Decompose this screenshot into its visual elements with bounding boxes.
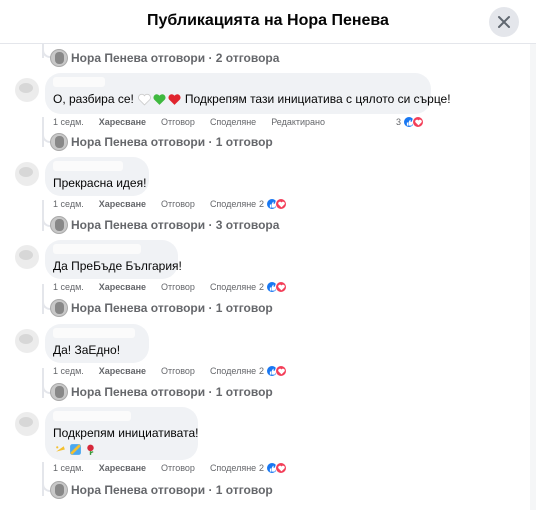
avatar[interactable]	[15, 412, 39, 436]
reaction-summary[interactable]: 2	[259, 364, 288, 378]
share-button[interactable]: Споделяне	[210, 199, 256, 209]
replies-summary: Нора Пенева отговори · 1 отговор	[71, 385, 273, 399]
emoji-green-heart-icon	[152, 92, 167, 106]
comment-bubble: О, разбира се! Подкрепям тази инициатива…	[45, 73, 451, 114]
scrollbar[interactable]	[530, 44, 536, 510]
reply-button[interactable]: Отговор	[161, 199, 195, 209]
emoji-red-heart-icon	[167, 92, 182, 106]
comment-bubble: Прекрасна идея!	[45, 157, 149, 196]
comment-actions: 1 седм. Харесване Отговор Споделяне	[53, 364, 271, 378]
close-button[interactable]	[489, 7, 519, 37]
comment-text: Да! ЗаЕдно!	[53, 343, 121, 357]
comment-text: О, разбира се! Подкрепям тази инициатива…	[53, 92, 451, 107]
author-name[interactable]	[53, 77, 105, 87]
like-button[interactable]: Харесване	[99, 282, 146, 292]
comment-actions: 1 седм. Харесване Отговор Споделяне	[53, 461, 271, 475]
comment-time[interactable]: 1 седм.	[53, 199, 84, 209]
dialog-title: Публикацията на Нора Пенева	[147, 12, 389, 29]
reply-button[interactable]: Отговор	[161, 463, 195, 473]
author-name[interactable]	[53, 161, 123, 171]
emoji-rainbow-icon	[68, 442, 83, 456]
view-replies-link[interactable]: Нора Пенева отговори · 3 отговора	[50, 216, 279, 234]
avatar[interactable]	[15, 245, 39, 269]
avatar	[50, 299, 68, 317]
comment-emojis	[53, 442, 98, 456]
close-icon	[498, 16, 510, 28]
heart-icon	[412, 116, 425, 128]
like-button[interactable]: Харесване	[99, 463, 146, 473]
author-name[interactable]	[53, 411, 131, 421]
thread-line	[42, 462, 44, 496]
reaction-count: 2	[259, 282, 265, 292]
avatar[interactable]	[15, 78, 39, 102]
emoji-sparkles-icon	[53, 442, 68, 456]
reaction-summary[interactable]: 2	[259, 280, 288, 294]
reaction-count: 2	[259, 463, 265, 473]
comment-time[interactable]: 1 седм.	[53, 366, 84, 376]
avatar[interactable]	[15, 329, 39, 353]
thread-line	[42, 368, 44, 398]
thread-line	[42, 284, 44, 314]
avatar	[50, 481, 68, 499]
view-replies-link[interactable]: Нора Пенева отговори · 2 отговора	[50, 49, 279, 67]
replies-summary: Нора Пенева отговори · 1 отговор	[71, 301, 273, 315]
thread-line	[42, 200, 44, 231]
edited-label: Редактирано	[271, 117, 326, 127]
replies-summary: Нора Пенева отговори · 3 отговора	[71, 218, 280, 232]
avatar	[50, 49, 68, 67]
avatar[interactable]	[15, 162, 39, 186]
replies-summary: Нора Пенева отговори · 2 отговора	[71, 51, 280, 65]
avatar	[50, 133, 68, 151]
share-button[interactable]: Споделяне	[210, 366, 256, 376]
heart-icon	[275, 281, 288, 293]
dialog-header: Публикацията на Нора Пенева	[0, 0, 536, 44]
comment-text: Прекрасна идея!	[53, 176, 147, 190]
emoji-white-heart-icon	[137, 92, 152, 106]
reaction-summary[interactable]: 2	[259, 461, 288, 475]
comment-actions: 1 седм. Харесване Отговор Споделяне Реда…	[53, 115, 340, 129]
like-button[interactable]: Харесване	[99, 117, 146, 127]
share-button[interactable]: Споделяне	[210, 463, 256, 473]
share-button[interactable]: Споделяне	[210, 117, 256, 127]
emoji-rose-icon	[83, 442, 98, 456]
comment-time[interactable]: 1 седм.	[53, 282, 84, 292]
author-name[interactable]	[53, 328, 135, 338]
comment-bubble: Да ПреБъде България!	[45, 240, 182, 279]
view-replies-link[interactable]: Нора Пенева отговори · 1 отговор	[50, 481, 273, 499]
comment-text: Подкрепям инициативата!	[53, 426, 199, 440]
heart-icon	[275, 462, 288, 474]
heart-icon	[275, 198, 288, 210]
avatar	[50, 216, 68, 234]
like-button[interactable]: Харесване	[99, 199, 146, 209]
reaction-summary[interactable]: 2	[259, 197, 288, 211]
reply-button[interactable]: Отговор	[161, 282, 195, 292]
thread-line	[42, 117, 44, 147]
comment-actions: 1 седм. Харесване Отговор Споделяне	[53, 280, 271, 294]
share-button[interactable]: Споделяне	[210, 282, 256, 292]
replies-summary: Нора Пенева отговори · 1 отговор	[71, 135, 273, 149]
comment-bubble: Подкрепям инициативата!	[45, 407, 198, 460]
like-button[interactable]: Харесване	[99, 366, 146, 376]
reaction-count: 3	[396, 117, 402, 127]
view-replies-link[interactable]: Нора Пенева отговори · 1 отговор	[50, 299, 273, 317]
avatar	[50, 383, 68, 401]
view-replies-link[interactable]: Нора Пенева отговори · 1 отговор	[50, 133, 273, 151]
author-name[interactable]	[53, 244, 141, 254]
reaction-summary[interactable]: 3	[396, 115, 425, 129]
replies-summary: Нора Пенева отговори · 1 отговор	[71, 483, 273, 497]
view-replies-link[interactable]: Нора Пенева отговори · 1 отговор	[50, 383, 273, 401]
comment-time[interactable]: 1 седм.	[53, 117, 84, 127]
comment-time[interactable]: 1 седм.	[53, 463, 84, 473]
comment-actions: 1 седм. Харесване Отговор Споделяне	[53, 197, 271, 211]
comment-text: Да ПреБъде България!	[53, 259, 182, 273]
heart-icon	[275, 365, 288, 377]
reply-button[interactable]: Отговор	[161, 117, 195, 127]
reaction-count: 2	[259, 199, 265, 209]
reaction-count: 2	[259, 366, 265, 376]
reply-button[interactable]: Отговор	[161, 366, 195, 376]
comment-bubble: Да! ЗаЕдно!	[45, 324, 149, 363]
